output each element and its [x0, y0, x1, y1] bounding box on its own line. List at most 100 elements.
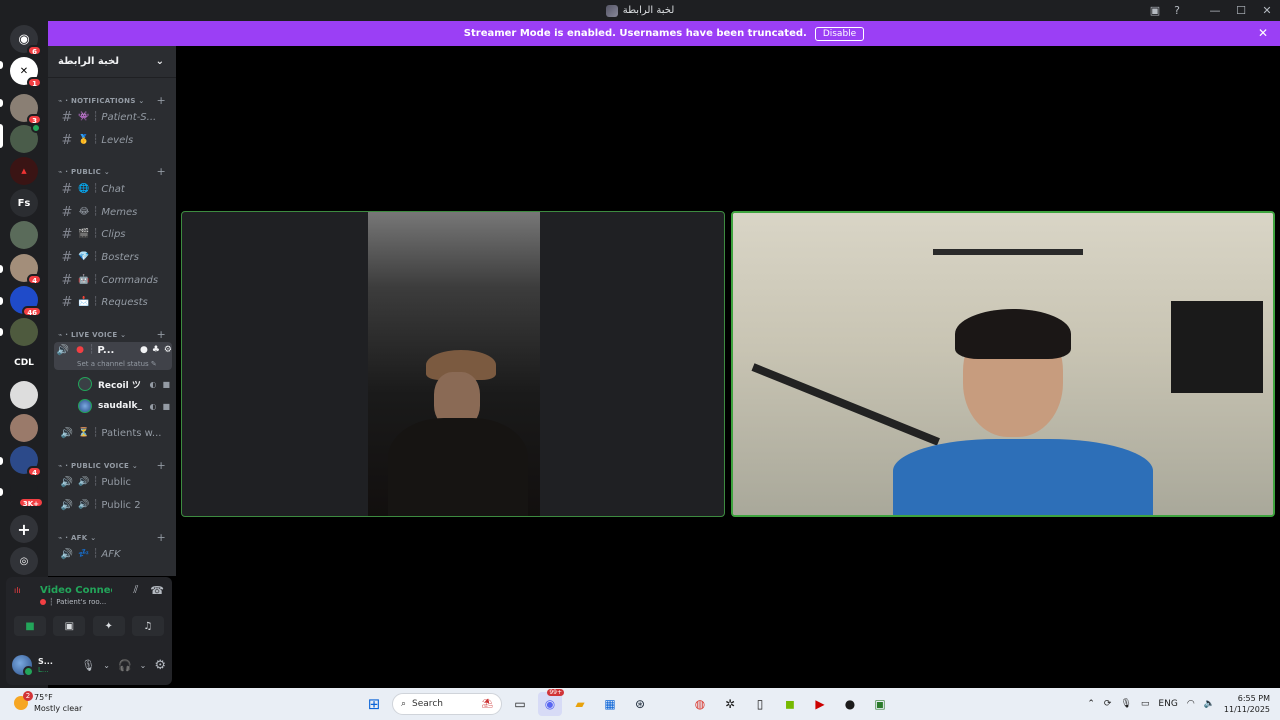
screen-share-button[interactable]: ▣ — [53, 616, 86, 636]
gear-icon[interactable]: ⚙ — [164, 345, 172, 355]
channel-levels[interactable]: # 🥇 ┆ Levels — [58, 130, 170, 150]
display-icon[interactable]: ▭ — [1141, 699, 1150, 709]
noise-suppression-icon[interactable]: ⫽ — [133, 583, 138, 597]
medal-icon: 🥇 — [78, 135, 90, 145]
video-tile[interactable] — [181, 211, 725, 517]
channel-public2-voice[interactable]: 🔊 🔊 ┆ Public 2 — [58, 495, 170, 515]
soundboard-button[interactable]: ♫ — [131, 616, 164, 636]
guild-header[interactable]: لخبة الرابطة ⌄ — [48, 46, 176, 78]
activities-button[interactable]: ✦ — [92, 616, 125, 636]
channel-chat[interactable]: # 🌐 ┆ Chat — [58, 179, 170, 199]
category-live-voice[interactable]: ⌁ · LIVE VOICE ⌄ + — [58, 328, 166, 341]
nvidia-icon[interactable]: ◼ — [778, 692, 802, 716]
server-icon-2[interactable]: 3 — [10, 94, 42, 125]
channel-status-hint[interactable]: Set a channel status ✎ — [77, 360, 157, 368]
server-icon-current[interactable] — [10, 123, 41, 153]
inbox-icon[interactable]: ▣ — [1144, 0, 1166, 21]
disconnect-icon[interactable]: ☎ — [150, 584, 164, 597]
help-icon[interactable]: ? — [1166, 0, 1188, 21]
avatar[interactable] — [12, 655, 34, 677]
server-icon-13[interactable]: 4 — [10, 446, 42, 477]
chrome-icon[interactable]: ◍ — [688, 692, 712, 716]
clock[interactable]: 6:55 PM 11/11/2025 — [1224, 693, 1270, 715]
server-icon-friends[interactable] — [10, 221, 38, 249]
voice-status[interactable]: Video Connected — [40, 585, 112, 596]
chevron-down-icon[interactable]: ⌄ — [140, 661, 147, 670]
server-fs[interactable]: Fs — [10, 189, 38, 217]
server-icon-9[interactable] — [10, 318, 38, 346]
channel-public-voice[interactable]: 🔊 🔊 ┆ Public — [58, 472, 170, 492]
gear-icon[interactable]: ⚙ — [154, 658, 166, 673]
chevron-down-icon[interactable]: ⌄ — [103, 661, 110, 670]
hash-icon: # — [61, 294, 73, 310]
minimize-button[interactable]: — — [1202, 0, 1228, 21]
add-channel-icon[interactable]: + — [156, 459, 166, 472]
direct-messages-button[interactable]: ◉ 6 — [10, 25, 42, 56]
language-indicator[interactable]: ENG — [1158, 699, 1177, 709]
chat-bubble-icon[interactable]: ● — [140, 345, 148, 355]
weather-widget[interactable]: 2 75°F Mostly clear — [14, 691, 82, 714]
server-cdl[interactable]: CDL — [10, 349, 38, 377]
add-user-icon[interactable]: ♣ — [152, 345, 160, 355]
video-tile-speaking[interactable] — [731, 211, 1275, 517]
category-afk[interactable]: ⌁ · AFK ⌄ + — [58, 531, 166, 544]
add-channel-icon[interactable]: + — [156, 328, 166, 341]
category-notifications[interactable]: ⌁ · NOTIFICATIONS ⌄ + — [58, 94, 166, 107]
steam-icon[interactable]: ⊛ — [628, 692, 652, 716]
channel-patients-waiting[interactable]: 🔊 ⏳ ┆ Patients w... — [58, 423, 170, 443]
discover-button[interactable]: ◎ — [10, 547, 38, 575]
server-tools[interactable]: ✕ 1 — [10, 57, 42, 88]
task-view-icon[interactable]: ▭ — [508, 692, 532, 716]
voice-channel-info[interactable]: ┆ Patient's roo... — [40, 598, 106, 606]
voice-member[interactable]: Recoil ツ ◐ ■ — [78, 375, 170, 393]
voice-panel: ılı Video Connected ⫽ ☎ ┆ Patient's roo.… — [6, 577, 172, 685]
chevron-up-icon[interactable]: ⌃ — [1087, 699, 1095, 709]
category-public[interactable]: ⌁ · PUBLIC ⌄ + — [58, 165, 166, 178]
obs-icon[interactable]: ● — [838, 692, 862, 716]
taskbar-search[interactable]: ⌕ Search ⛱ — [392, 693, 502, 715]
microphone-icon[interactable]: 🎙 — [1120, 699, 1131, 709]
microphone-icon[interactable]: 🎙 — [81, 659, 95, 672]
server-icon-12[interactable] — [10, 414, 38, 442]
hash-icon: # — [61, 226, 73, 242]
server-icon-8[interactable]: 46 — [10, 286, 42, 317]
channel-commands[interactable]: # 🤖 ┆ Commands — [58, 270, 170, 290]
start-button[interactable]: ⊞ — [362, 692, 386, 716]
wifi-icon[interactable]: ◠ — [1187, 699, 1195, 709]
sync-icon[interactable]: ⟳ — [1104, 699, 1112, 709]
channel-afk[interactable]: 🔊 💤 ┆ AFK — [58, 544, 170, 564]
media-player-icon[interactable]: ▶ — [808, 692, 832, 716]
close-window-button[interactable]: ✕ — [1254, 0, 1280, 21]
speaker-icon: 🔊 — [60, 499, 74, 511]
add-server-button[interactable]: + — [10, 515, 38, 543]
channel-clips[interactable]: # 🎬 ┆ Clips — [58, 224, 170, 244]
voice-active-indicator — [31, 123, 41, 133]
disable-streamer-mode-button[interactable]: Disable — [814, 26, 865, 41]
add-channel-icon[interactable]: + — [156, 531, 166, 544]
server-icon-7[interactable]: 4 — [10, 254, 42, 285]
headphones-icon[interactable]: 🎧 — [118, 659, 132, 672]
add-channel-icon[interactable]: + — [156, 94, 166, 107]
discord-taskbar-icon[interactable]: ◉ 99+ — [538, 689, 564, 716]
channel-memes[interactable]: # 😂 ┆ Memes — [58, 202, 170, 222]
volume-icon[interactable]: 🔈 — [1204, 699, 1215, 709]
server-icon-4[interactable]: ▲ — [10, 157, 38, 185]
close-banner-icon[interactable]: ✕ — [1258, 26, 1268, 40]
terminal-icon[interactable]: ▣ — [868, 692, 892, 716]
steelseries-icon[interactable]: ✲ — [718, 692, 742, 716]
maximize-button[interactable]: ☐ — [1228, 0, 1254, 21]
add-channel-icon[interactable]: + — [156, 165, 166, 178]
store-icon[interactable]: ▦ — [598, 692, 622, 716]
channel-patient[interactable]: # 👾 ┆ Patient-S... — [58, 107, 170, 127]
server-badge: 4 — [27, 466, 42, 477]
server-icon-11[interactable] — [10, 381, 38, 409]
channel-bosters[interactable]: # 💎 ┆ Bosters — [58, 247, 170, 267]
camera-button[interactable]: ■ — [14, 616, 46, 636]
voice-member[interactable]: saudalk_ ◐ ■ — [78, 397, 170, 415]
server-folder[interactable]: 3K+ — [10, 477, 44, 508]
channel-requests[interactable]: # 📩 ┆ Requests — [58, 292, 170, 312]
category-public-voice[interactable]: ⌁ · PUBLIC VOICE ⌄ + — [58, 459, 166, 472]
user-name-area[interactable]: S... L... — [38, 657, 60, 674]
notepad-icon[interactable]: ▯ — [748, 692, 772, 716]
file-explorer-icon[interactable]: ▰ — [568, 692, 592, 716]
